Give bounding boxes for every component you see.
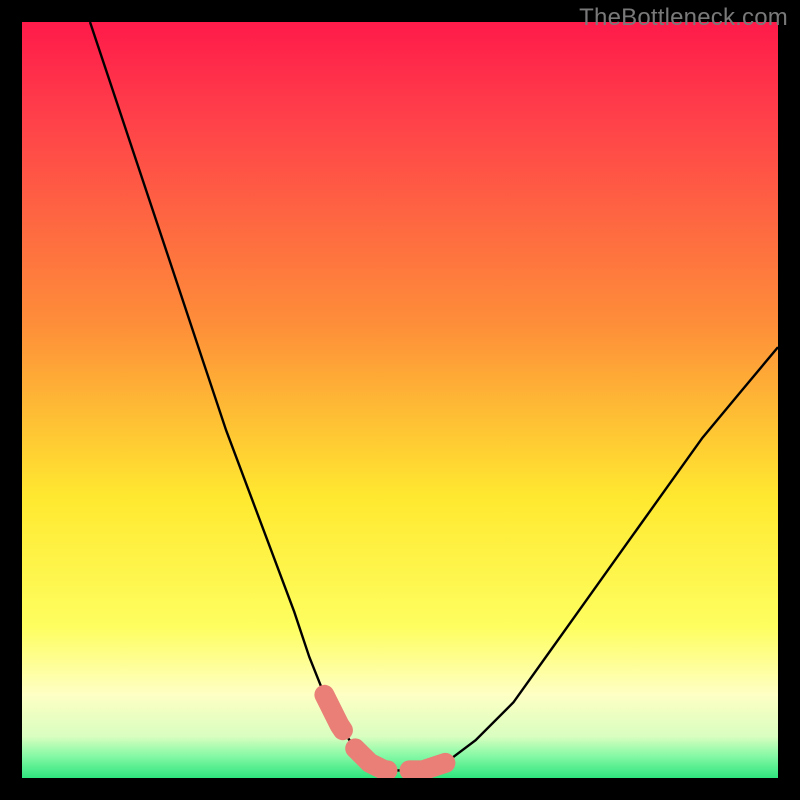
watermark-label: TheBottleneck.com (579, 4, 788, 32)
chart-frame: TheBottleneck.com (0, 0, 800, 800)
bottleneck-chart (22, 22, 778, 778)
gradient-background (22, 22, 778, 778)
